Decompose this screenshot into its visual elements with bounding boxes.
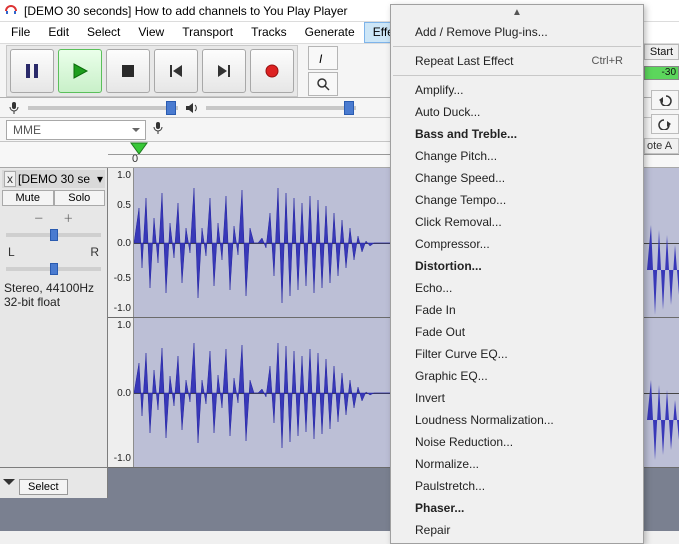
play-button[interactable] — [58, 49, 102, 93]
track-select-panel: Select — [0, 468, 108, 498]
microphone-icon — [152, 121, 164, 138]
window-title: [DEMO 30 seconds] How to add channels to… — [24, 4, 348, 18]
app-logo-icon — [4, 4, 18, 18]
menu-separator — [393, 75, 641, 76]
menu-separator — [393, 46, 641, 47]
waveform-graphic — [134, 168, 394, 318]
menu-transport[interactable]: Transport — [173, 22, 242, 43]
menu-select[interactable]: Select — [78, 22, 129, 43]
track-format-label: Stereo, 44100Hz 32-bit float — [2, 279, 105, 312]
menu-item-distortion[interactable]: Distortion... — [391, 255, 643, 277]
selection-start-label: Start — [644, 44, 679, 60]
track-select-button[interactable]: Select — [19, 479, 68, 495]
amplitude-ruler: 1.0 0.0 -1.0 — [108, 318, 134, 467]
track-header[interactable]: x [DEMO 30 se ▾ — [2, 170, 105, 188]
menu-item-repair[interactable]: Repair — [391, 519, 643, 541]
menu-edit[interactable]: Edit — [39, 22, 78, 43]
menu-item-repeat-last-effect[interactable]: Repeat Last EffectCtrl+R — [391, 50, 643, 72]
redo-button[interactable] — [651, 114, 679, 134]
menu-item-change-tempo[interactable]: Change Tempo... — [391, 189, 643, 211]
selection-tool-button[interactable]: I — [308, 46, 338, 70]
svg-text:I: I — [319, 52, 323, 65]
menu-item-click-removal[interactable]: Click Removal... — [391, 211, 643, 233]
amplitude-ruler: 1.0 0.5 0.0 -0.5 -1.0 — [108, 168, 134, 317]
playback-volume-slider[interactable] — [206, 106, 356, 110]
menu-item-amplify[interactable]: Amplify... — [391, 79, 643, 101]
recording-volume-slider[interactable] — [28, 106, 178, 110]
pan-left-label: L — [8, 245, 15, 259]
audio-host-label: MME — [13, 123, 41, 137]
menu-item-filter-curve-eq[interactable]: Filter Curve EQ... — [391, 343, 643, 365]
audio-host-combo[interactable]: MME — [6, 120, 146, 140]
partial-label: ote A — [644, 138, 679, 154]
pan-right-label: R — [90, 245, 99, 259]
menu-item-compressor[interactable]: Compressor... — [391, 233, 643, 255]
menu-item-normalize[interactable]: Normalize... — [391, 453, 643, 475]
menu-item-phaser[interactable]: Phaser... — [391, 497, 643, 519]
track-menu-dropdown[interactable]: ▾ — [97, 172, 103, 186]
menu-item-bass-and-treble[interactable]: Bass and Treble... — [391, 123, 643, 145]
menu-item-paulstretch[interactable]: Paulstretch... — [391, 475, 643, 497]
timeline-tick-label: 0 — [132, 153, 138, 165]
record-button[interactable] — [250, 49, 294, 93]
track-control-panel: x [DEMO 30 se ▾ Mute Solo － ＋ LR Stereo,… — [0, 168, 108, 468]
menu-item-add-remove-plugins[interactable]: Add / Remove Plug-ins... — [391, 21, 643, 43]
menu-tracks[interactable]: Tracks — [242, 22, 296, 43]
menu-item-fade-out[interactable]: Fade Out — [391, 321, 643, 343]
solo-button[interactable]: Solo — [54, 190, 106, 206]
undo-button[interactable] — [651, 90, 679, 110]
menu-item-echo[interactable]: Echo... — [391, 277, 643, 299]
track-collapse-icon[interactable] — [3, 479, 15, 491]
right-edge-waveform — [647, 195, 679, 495]
menu-scroll-up-icon[interactable]: ▲ — [391, 7, 643, 21]
stop-button[interactable] — [106, 49, 150, 93]
menu-view[interactable]: View — [129, 22, 173, 43]
menu-item-invert[interactable]: Invert — [391, 387, 643, 409]
waveform-graphic — [134, 318, 394, 468]
menu-item-fade-in[interactable]: Fade In — [391, 299, 643, 321]
skip-start-button[interactable] — [154, 49, 198, 93]
track-name-label: [DEMO 30 se — [18, 172, 95, 186]
menu-item-noise-reduction[interactable]: Noise Reduction... — [391, 431, 643, 453]
pan-slider[interactable] — [6, 267, 101, 271]
gain-slider[interactable] — [6, 233, 101, 237]
zoom-tool-button[interactable] — [308, 72, 338, 96]
pause-button[interactable] — [10, 49, 54, 93]
level-meter: -30 — [644, 66, 679, 80]
effect-menu-popup: ▲ Add / Remove Plug-ins... Repeat Last E… — [390, 4, 644, 544]
menu-generate[interactable]: Generate — [296, 22, 364, 43]
skip-end-button[interactable] — [202, 49, 246, 93]
mute-button[interactable]: Mute — [2, 190, 54, 206]
speaker-icon — [184, 100, 200, 116]
menu-item-loudness-normalization[interactable]: Loudness Normalization... — [391, 409, 643, 431]
menu-file[interactable]: File — [2, 22, 39, 43]
track-close-button[interactable]: x — [4, 171, 16, 187]
menu-item-change-pitch[interactable]: Change Pitch... — [391, 145, 643, 167]
transport-buttons — [6, 45, 298, 97]
microphone-icon — [6, 100, 22, 116]
menu-item-auto-duck[interactable]: Auto Duck... — [391, 101, 643, 123]
right-edge-controls: Start -30 ote A — [644, 44, 679, 154]
menu-item-graphic-eq[interactable]: Graphic EQ... — [391, 365, 643, 387]
menu-item-change-speed[interactable]: Change Speed... — [391, 167, 643, 189]
menu-shortcut-label: Ctrl+R — [592, 55, 623, 67]
edit-tool-buttons: I — [308, 46, 338, 96]
